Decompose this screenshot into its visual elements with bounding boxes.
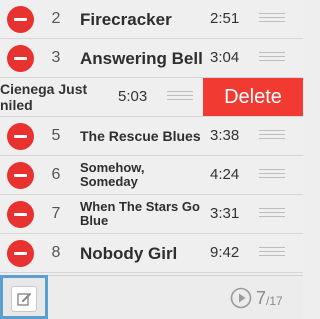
track-title: Somehow, Someday	[80, 160, 145, 189]
track-number: 8	[51, 244, 61, 261]
bottom-toolbar: 7 /17	[0, 275, 303, 319]
page-current: 7	[256, 287, 267, 308]
track-row[interactable]: 5 The Rescue Blues 3:38	[0, 117, 303, 156]
remove-circle-icon[interactable]	[7, 123, 34, 150]
track-duration: 9:42	[210, 244, 240, 261]
track-duration: 3:31	[210, 205, 240, 222]
track-title: Nobody Girl	[80, 243, 178, 263]
remove-circle-icon[interactable]	[7, 201, 34, 228]
track-number: 3	[51, 49, 61, 66]
track-number: 7	[51, 205, 61, 222]
track-title: The Rescue Blues	[80, 128, 201, 144]
track-duration: 5:03	[118, 88, 148, 105]
reorder-handle-icon[interactable]	[259, 13, 285, 25]
remove-circle-icon[interactable]	[7, 240, 34, 267]
track-title-line: niled	[0, 97, 33, 113]
remove-circle-icon[interactable]	[7, 45, 34, 72]
track-row-swiped[interactable]: Cienega Just niled 5:03 Delete	[0, 78, 303, 117]
track-number: 5	[51, 127, 61, 144]
track-row[interactable]: 7 When The Stars Go Blue 3:31	[0, 195, 303, 234]
reorder-handle-icon[interactable]	[167, 91, 193, 103]
track-title: Cienega Just niled	[0, 78, 110, 116]
reorder-handle-icon[interactable]	[259, 130, 285, 142]
track-duration: 3:04	[210, 49, 240, 66]
remove-circle-icon[interactable]	[7, 162, 34, 189]
track-row[interactable]: 3 Answering Bell 3:04	[0, 39, 303, 78]
track-row[interactable]: 8 Nobody Girl 9:42	[0, 234, 303, 273]
track-title-line: Cienega Just	[0, 81, 88, 97]
reorder-handle-icon[interactable]	[259, 247, 285, 259]
remove-circle-icon[interactable]	[7, 6, 34, 33]
reorder-handle-icon[interactable]	[259, 208, 285, 220]
track-number: 2	[51, 10, 61, 27]
edit-icon	[11, 286, 37, 312]
track-duration: 2:51	[210, 10, 240, 27]
track-duration: 3:38	[210, 127, 240, 144]
track-number: 6	[51, 166, 61, 183]
reorder-handle-icon[interactable]	[259, 169, 285, 181]
track-title: When The Stars Go Blue	[80, 199, 200, 228]
edit-button[interactable]	[0, 275, 48, 319]
reorder-handle-icon[interactable]	[259, 52, 285, 64]
page-indicator[interactable]: 7 /17	[230, 285, 283, 311]
play-circle-icon[interactable]	[230, 287, 252, 309]
delete-button[interactable]: Delete	[203, 78, 303, 116]
track-row[interactable]: 6 Somehow, Someday 4:24	[0, 156, 303, 195]
track-list: 2 Firecracker 2:51 3 Answering Bell 3:04…	[0, 0, 303, 275]
track-title: Firecracker	[80, 9, 172, 29]
track-row[interactable]: 2 Firecracker 2:51	[0, 0, 303, 39]
track-title: Answering Bell	[80, 48, 203, 68]
page-total: /17	[266, 293, 283, 308]
track-duration: 4:24	[210, 166, 240, 183]
